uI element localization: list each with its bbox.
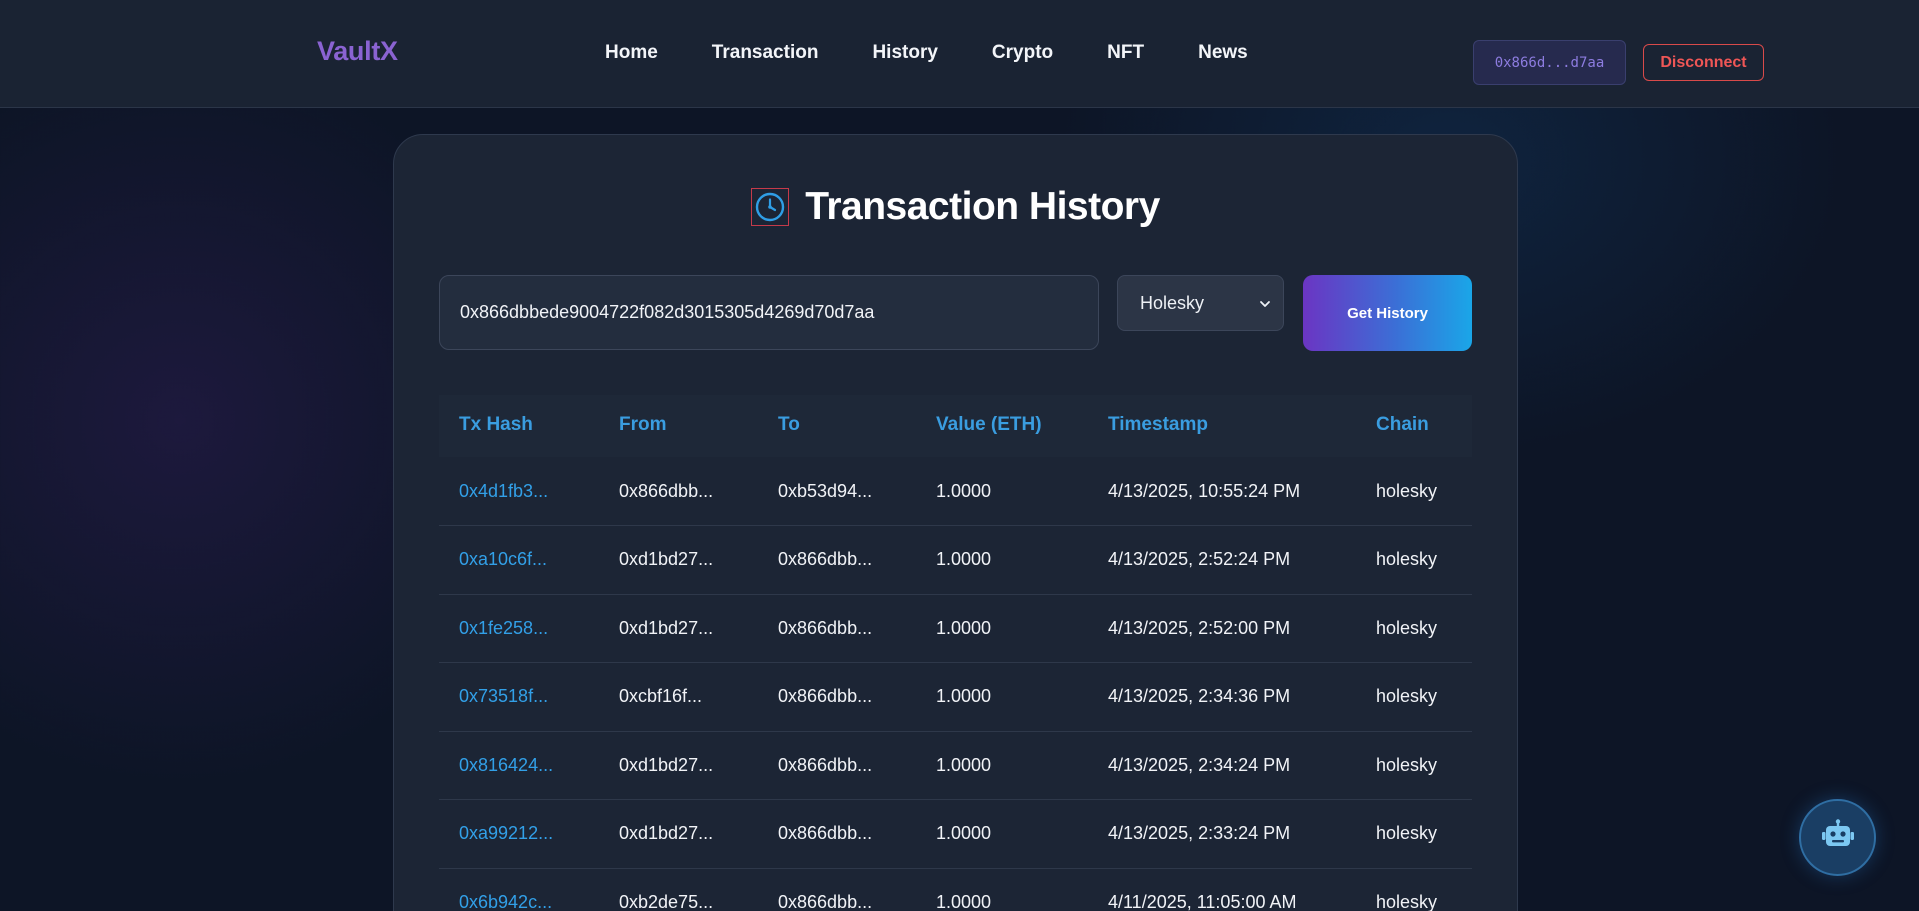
table-row: 0x816424... 0xd1bd27... 0x866dbb... 1.00… — [439, 731, 1472, 800]
to-cell: 0xb53d94... — [758, 457, 916, 526]
chain-cell: holesky — [1356, 594, 1472, 663]
col-from[interactable]: From — [599, 395, 758, 457]
table-row: 0x4d1fb3... 0x866dbb... 0xb53d94... 1.00… — [439, 457, 1472, 526]
timestamp-cell: 4/13/2025, 2:52:00 PM — [1088, 594, 1356, 663]
to-cell: 0x866dbb... — [758, 868, 916, 911]
history-card: Transaction History Holesky Get History … — [393, 134, 1518, 911]
to-cell: 0x866dbb... — [758, 731, 916, 800]
to-cell: 0x866dbb... — [758, 799, 916, 869]
value-cell: 1.0000 — [916, 731, 1088, 800]
nav-news[interactable]: News — [1198, 42, 1248, 64]
wallet-address-badge: 0x866d...d7aa — [1473, 40, 1626, 85]
col-timestamp[interactable]: Timestamp — [1088, 395, 1356, 457]
table-row: 0x73518f... 0xcbf16f... 0x866dbb... 1.00… — [439, 662, 1472, 732]
tx-hash-link[interactable]: 0x816424... — [439, 731, 599, 800]
chevron-down-icon — [1259, 297, 1271, 309]
nav-history[interactable]: History — [872, 42, 937, 64]
from-cell: 0xd1bd27... — [599, 799, 758, 869]
value-cell: 1.0000 — [916, 525, 1088, 595]
from-cell: 0xd1bd27... — [599, 594, 758, 663]
from-cell: 0xcbf16f... — [599, 662, 758, 732]
transactions-table-wrapper: Tx Hash From To Value (ETH) Timestamp Ch… — [439, 395, 1472, 911]
chain-cell: holesky — [1356, 457, 1472, 526]
table-row: 0xa10c6f... 0xd1bd27... 0x866dbb... 1.00… — [439, 525, 1472, 595]
table-row: 0x6b942c... 0xb2de75... 0x866dbb... 1.00… — [439, 868, 1472, 911]
chain-cell: holesky — [1356, 868, 1472, 911]
to-cell: 0x866dbb... — [758, 525, 916, 595]
value-cell: 1.0000 — [916, 868, 1088, 911]
table-row: 0x1fe258... 0xd1bd27... 0x866dbb... 1.00… — [439, 594, 1472, 663]
chain-select[interactable]: Holesky — [1117, 275, 1284, 331]
chain-cell: holesky — [1356, 662, 1472, 732]
chain-select-value: Holesky — [1140, 292, 1205, 313]
to-cell: 0x866dbb... — [758, 662, 916, 732]
from-cell: 0xb2de75... — [599, 868, 758, 911]
tx-hash-link[interactable]: 0x6b942c... — [439, 868, 599, 911]
main-nav: Home Transaction History Crypto NFT News — [605, 42, 1302, 64]
clock-icon — [751, 188, 790, 226]
value-cell: 1.0000 — [916, 457, 1088, 526]
tx-hash-link[interactable]: 0xa10c6f... — [439, 525, 599, 595]
from-cell: 0xd1bd27... — [599, 731, 758, 800]
tx-hash-link[interactable]: 0xa99212... — [439, 799, 599, 869]
table-header-row: Tx Hash From To Value (ETH) Timestamp Ch… — [439, 395, 1472, 457]
tx-hash-link[interactable]: 0x1fe258... — [439, 594, 599, 663]
chain-cell: holesky — [1356, 799, 1472, 869]
timestamp-cell: 4/13/2025, 2:34:36 PM — [1088, 662, 1356, 732]
robot-icon — [1820, 817, 1856, 858]
nav-nft[interactable]: NFT — [1107, 42, 1144, 64]
nav-home[interactable]: Home — [605, 42, 658, 64]
chain-cell: holesky — [1356, 731, 1472, 800]
col-tx-hash[interactable]: Tx Hash — [439, 395, 599, 457]
from-cell: 0xd1bd27... — [599, 525, 758, 595]
disconnect-button[interactable]: Disconnect — [1643, 44, 1764, 81]
col-value[interactable]: Value (ETH) — [916, 395, 1088, 457]
col-to[interactable]: To — [758, 395, 916, 457]
value-cell: 1.0000 — [916, 662, 1088, 732]
chain-cell: holesky — [1356, 525, 1472, 595]
wallet-address-input[interactable] — [439, 275, 1099, 350]
to-cell: 0x866dbb... — [758, 594, 916, 663]
nav-crypto[interactable]: Crypto — [992, 42, 1053, 64]
tx-hash-link[interactable]: 0x4d1fb3... — [439, 457, 599, 526]
value-cell: 1.0000 — [916, 799, 1088, 869]
value-cell: 1.0000 — [916, 594, 1088, 663]
timestamp-cell: 4/13/2025, 2:34:24 PM — [1088, 731, 1356, 800]
timestamp-cell: 4/13/2025, 2:33:24 PM — [1088, 799, 1356, 869]
page-title: Transaction History — [805, 185, 1160, 228]
get-history-button[interactable]: Get History — [1303, 275, 1472, 351]
tx-hash-link[interactable]: 0x73518f... — [439, 662, 599, 732]
top-navbar: VaultX Home Transaction History Crypto N… — [0, 0, 1919, 108]
col-chain[interactable]: Chain — [1356, 395, 1472, 457]
nav-transaction[interactable]: Transaction — [712, 42, 819, 64]
timestamp-cell: 4/13/2025, 10:55:24 PM — [1088, 457, 1356, 526]
from-cell: 0x866dbb... — [599, 457, 758, 526]
transactions-table: Tx Hash From To Value (ETH) Timestamp Ch… — [439, 395, 1472, 911]
timestamp-cell: 4/13/2025, 2:52:24 PM — [1088, 525, 1356, 595]
timestamp-cell: 4/11/2025, 11:05:00 AM — [1088, 868, 1356, 911]
brand-logo[interactable]: VaultX — [317, 36, 398, 67]
title-row: Transaction History — [394, 185, 1517, 229]
chatbot-button[interactable] — [1799, 799, 1876, 876]
table-row: 0xa99212... 0xd1bd27... 0x866dbb... 1.00… — [439, 799, 1472, 869]
